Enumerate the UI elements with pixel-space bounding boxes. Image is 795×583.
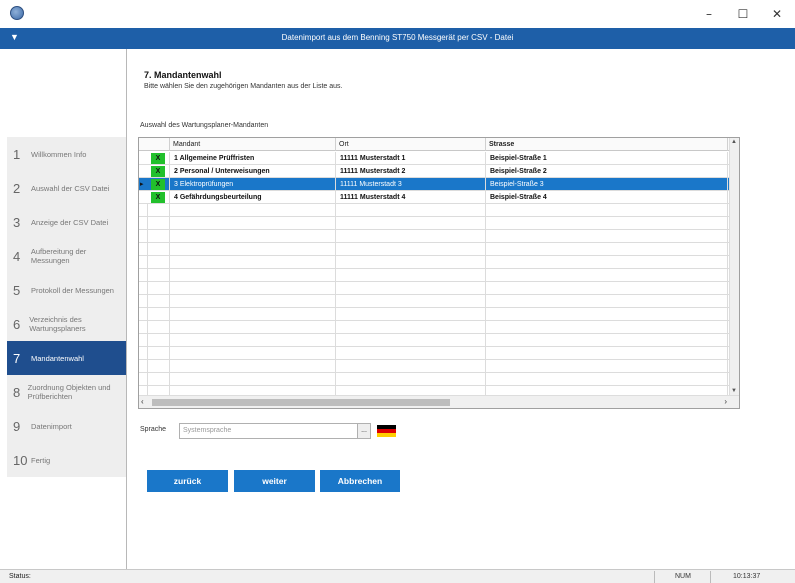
scrollbar-thumb[interactable] [152, 399, 450, 406]
step-item-4[interactable]: 4 Aufbereitung der Messungen [7, 239, 126, 273]
vertical-scrollbar[interactable]: ▲ ▼ [729, 138, 739, 396]
table-row[interactable]: X 4 Gefährdungsbeurteilung 11111 Musters… [139, 191, 739, 204]
grid-empty-rows [139, 204, 729, 396]
cell-ort: 11111 Musterstadt 2 [335, 165, 485, 178]
step-number: 2 [13, 180, 21, 196]
table-row-selected[interactable]: ▸ X 3 Elektroprüfungen 11111 Musterstadt… [139, 178, 739, 191]
cell-strasse: Beispiel-Straße 4 [485, 191, 727, 204]
step-item-1[interactable]: 1 Willkommen Info [7, 137, 126, 171]
cancel-button[interactable]: Abbrechen [320, 470, 400, 492]
page-title: 7. Mandantenwahl [144, 70, 222, 80]
scroll-right-icon[interactable]: › [724, 397, 727, 406]
language-select[interactable]: Systemsprache [179, 423, 359, 439]
app-icon [10, 6, 24, 20]
step-item-8[interactable]: 8 Zuordnung Objekten und Prüfberichten [7, 375, 126, 409]
step-item-6[interactable]: 6 Verzeichnis des Wartungsplaners [7, 307, 126, 341]
cell-mandant: 2 Personal / Unterweisungen [169, 165, 335, 178]
grid-label: Auswahl des Wartungsplaner-Mandanten [140, 122, 269, 129]
step-label: Aufbereitung der Messungen [30, 247, 87, 265]
cell-strasse: Beispiel-Straße 2 [485, 165, 727, 178]
step-number: 8 [13, 384, 21, 400]
step-label: Fertig [31, 455, 51, 465]
step-number: 5 [13, 282, 21, 298]
cell-mandant: 4 Gefährdungsbeurteilung [169, 191, 335, 204]
cell-strasse: Beispiel-Straße 1 [485, 152, 727, 165]
step-label: Willkommen Info [31, 149, 87, 159]
status-text: Status: [9, 573, 31, 580]
column-header-ort[interactable]: Ort [335, 138, 485, 151]
back-button[interactable]: zurück [147, 470, 228, 492]
page-subtitle: Bitte wählen Sie den zugehörigen Mandant… [144, 83, 343, 90]
row-pointer-icon: ▸ [140, 181, 144, 188]
step-list: 1 Willkommen Info 2 Auswahl der CSV Datei … [7, 137, 126, 477]
step-item-5[interactable]: 5 Protokoll der Messungen [7, 273, 126, 307]
wizard-header: ▼ Datenimport aus dem Benning ST750 Mess… [0, 28, 795, 49]
close-button[interactable]: ✕ [762, 4, 792, 24]
step-label: Mandantenwahl [31, 353, 84, 363]
table-row[interactable]: X 1 Allgemeine Prüffristen 11111 Musters… [139, 152, 739, 165]
clock: 10:13:37 [710, 571, 780, 583]
step-item-2[interactable]: 2 Auswahl der CSV Datei [7, 171, 126, 205]
language-browse-button[interactable]: ... [357, 423, 371, 439]
scroll-up-icon[interactable]: ▲ [731, 139, 737, 145]
step-number: 9 [13, 418, 21, 434]
step-label: Zuordnung Objekten und Prüfberichten [27, 383, 111, 401]
step-label: Verzeichnis des Wartungsplaners [29, 315, 86, 333]
next-button[interactable]: weiter [234, 470, 315, 492]
step-label: Datenimport [31, 421, 72, 431]
cell-ort: 11111 Musterstadt 3 [335, 178, 485, 191]
status-check-icon: X [151, 153, 165, 164]
column-header-strasse[interactable]: Strasse [485, 138, 727, 151]
scroll-left-icon[interactable]: ‹ [141, 397, 144, 406]
cell-mandant: 3 Elektroprüfungen [169, 178, 335, 191]
cell-strasse: Beispiel-Straße 3 [485, 178, 727, 191]
wizard-title: Datenimport aus dem Benning ST750 Messge… [281, 33, 514, 42]
step-label: Protokoll der Messungen [31, 285, 114, 295]
scroll-down-icon[interactable]: ▼ [731, 388, 737, 394]
table-row[interactable]: X 2 Personal / Unterweisungen 11111 Must… [139, 165, 739, 178]
mandant-grid[interactable]: Mandant Ort Strasse Nr X 1 Allgemeine Pr… [138, 137, 740, 409]
numlock-indicator: NUM [654, 571, 702, 583]
status-check-icon: X [151, 166, 165, 177]
status-check-icon: X [151, 179, 165, 190]
step-number: 3 [13, 214, 21, 230]
step-item-10[interactable]: 10 Fertig [7, 443, 126, 477]
status-bar: Status: NUM 10:13:37 [0, 569, 795, 583]
step-number: 7 [13, 350, 21, 366]
step-number: 1 [13, 146, 21, 162]
window-titlebar: – ☐ ✕ [0, 0, 795, 28]
step-label: Anzeige der CSV Datei [31, 217, 109, 227]
step-number: 6 [13, 316, 21, 332]
column-header-mandant[interactable]: Mandant [169, 138, 335, 151]
step-number: 4 [13, 248, 21, 264]
step-item-7-active[interactable]: 7 Mandantenwahl [7, 341, 126, 375]
step-item-3[interactable]: 3 Anzeige der CSV Datei [7, 205, 126, 239]
wizard-content: 7. Mandantenwahl Bitte wählen Sie den zu… [128, 49, 795, 569]
language-label: Sprache [140, 426, 167, 433]
status-check-icon: X [151, 192, 165, 203]
minimize-button[interactable]: – [694, 4, 724, 24]
step-number: 10 [13, 452, 28, 468]
wizard-sidebar: 1 Willkommen Info 2 Auswahl der CSV Datei … [7, 49, 127, 569]
step-label: Auswahl der CSV Datei [31, 183, 110, 193]
step-item-9[interactable]: 9 Datenimport [7, 409, 126, 443]
cell-mandant: 1 Allgemeine Prüffristen [169, 152, 335, 165]
cell-ort: 11111 Musterstadt 1 [335, 152, 485, 165]
german-flag-icon [377, 425, 396, 437]
maximize-button[interactable]: ☐ [728, 4, 758, 24]
cell-ort: 11111 Musterstadt 4 [335, 191, 485, 204]
grid-header: Mandant Ort Strasse Nr [139, 138, 739, 151]
horizontal-scrollbar[interactable]: ‹ › [139, 395, 739, 408]
